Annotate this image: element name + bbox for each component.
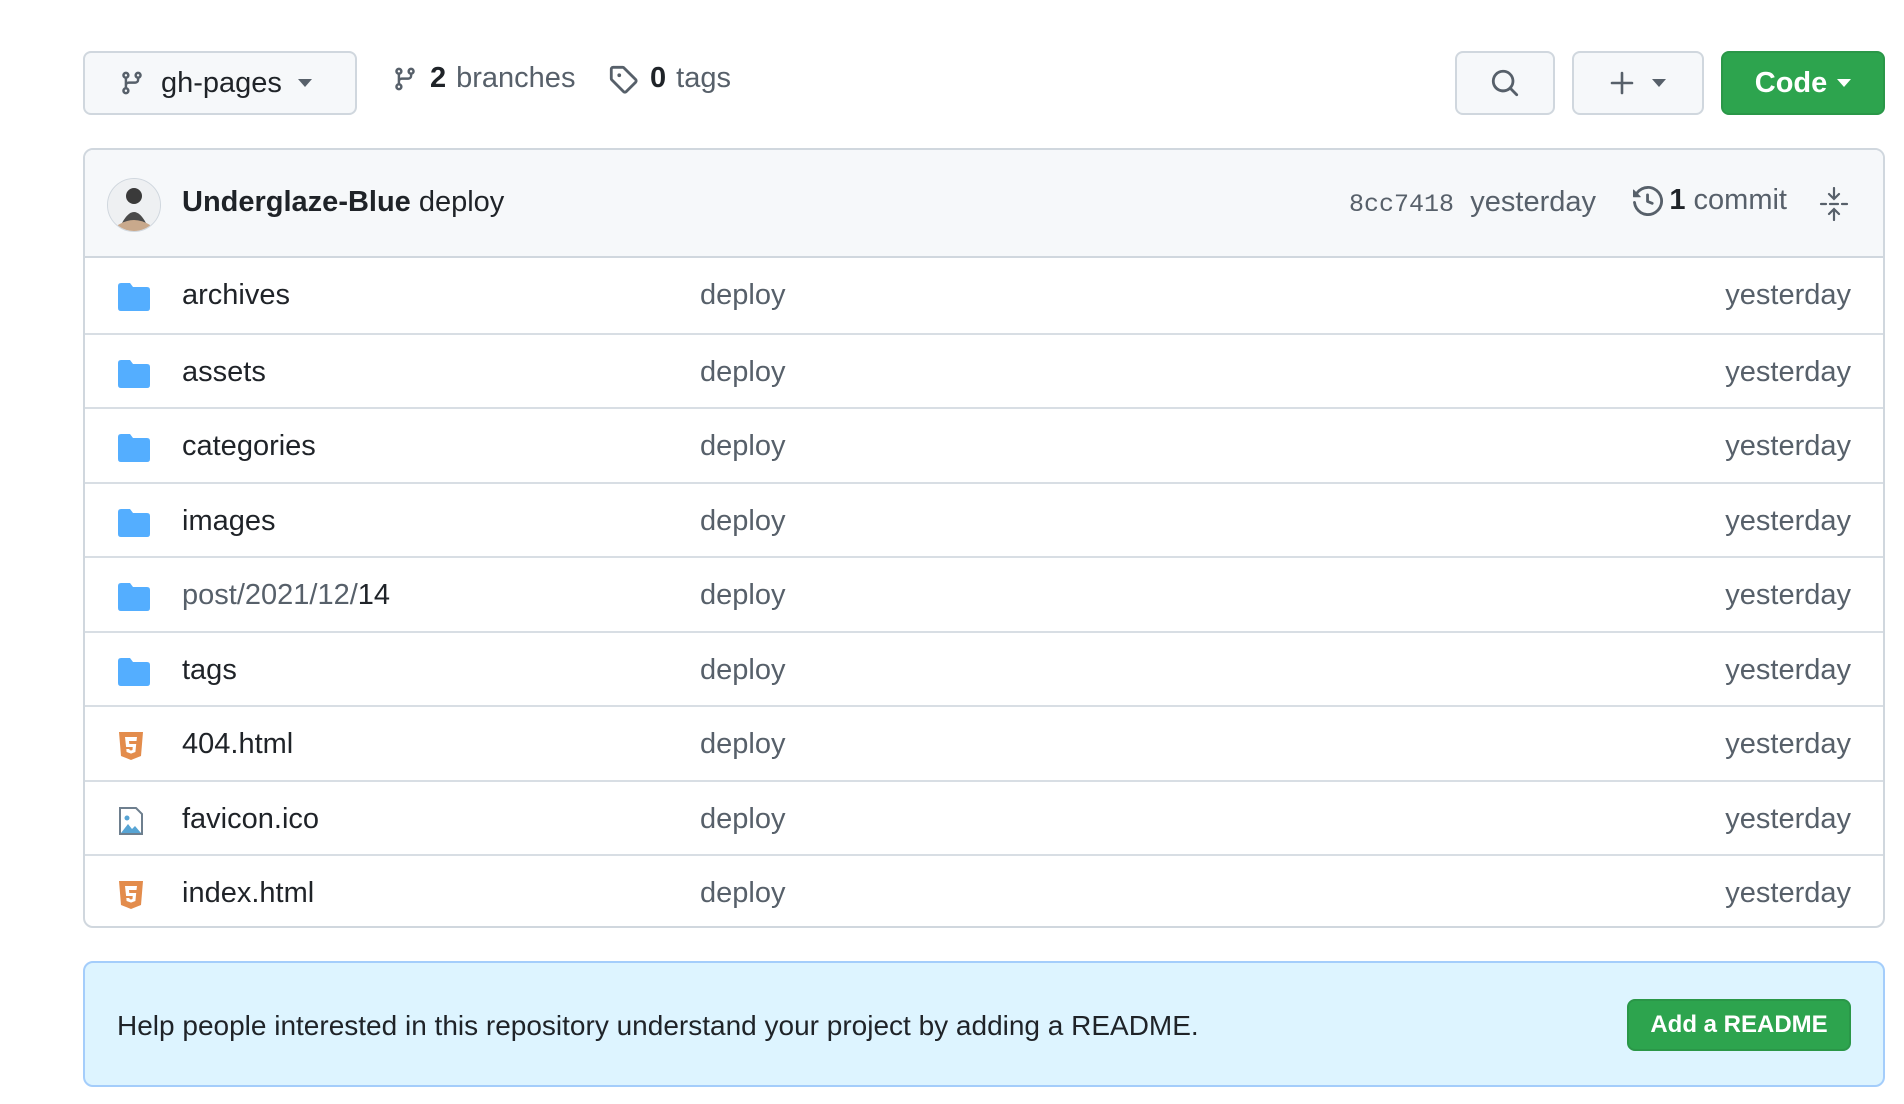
file-row: index.html deploy yesterday <box>85 854 1883 926</box>
file-name-link[interactable]: post/2021/12/14 <box>182 579 390 612</box>
file-name-link[interactable]: categories <box>182 430 316 463</box>
file-commit-date: yesterday <box>1725 355 1851 388</box>
file-row: archives deploy yesterday <box>85 258 1883 333</box>
folder-icon <box>117 657 151 687</box>
file-name-link[interactable]: tags <box>182 654 237 687</box>
file-commit-message[interactable]: deploy <box>700 877 785 910</box>
tags-count: 0 <box>650 62 667 94</box>
file-commit-message[interactable]: deploy <box>700 279 785 312</box>
file-name-link[interactable]: favicon.ico <box>182 803 319 836</box>
file-name-link[interactable]: assets <box>182 356 266 389</box>
file-path-prefix: post/2021/12/ <box>182 579 358 611</box>
file-name: 404.html <box>182 728 294 760</box>
caret-down-icon <box>1837 79 1852 87</box>
file-commit-date: yesterday <box>1725 579 1851 611</box>
add-file-button[interactable] <box>1572 51 1704 115</box>
file-name: tags <box>182 653 237 686</box>
file-commit-date: yesterday <box>1725 877 1851 909</box>
file-commit-date: yesterday <box>1725 504 1851 537</box>
file-name: images <box>182 504 276 537</box>
branches-label: branches <box>456 62 576 94</box>
file-commit-date: yesterday <box>1725 653 1851 686</box>
file-browser: Underglaze-Blue deploy 8cc7418 yesterday … <box>83 148 1885 928</box>
html5-file-icon <box>117 880 145 910</box>
search-icon <box>1490 68 1520 98</box>
html5-file-icon <box>117 731 145 761</box>
file-commit-message[interactable]: deploy <box>700 579 785 612</box>
file-commit-date: yesterday <box>1725 802 1851 835</box>
file-commit-message[interactable]: deploy <box>700 430 785 463</box>
file-commit-message[interactable]: deploy <box>700 654 785 687</box>
file-name: categories <box>182 430 316 462</box>
image-file-icon <box>117 806 145 836</box>
file-name: assets <box>182 355 266 388</box>
folder-icon <box>117 582 151 612</box>
file-name-link[interactable]: images <box>182 505 276 538</box>
file-commit-message[interactable]: deploy <box>700 803 785 836</box>
commit-sha[interactable]: 8cc7418 <box>1349 190 1454 219</box>
file-name-link[interactable]: index.html <box>182 877 314 910</box>
file-name: favicon.ico <box>182 802 320 835</box>
tags-link[interactable]: 0 tags <box>608 62 731 95</box>
file-row: 404.html deploy yesterday <box>85 705 1883 780</box>
file-row: post/2021/12/14 deploy yesterday <box>85 556 1883 631</box>
folder-icon <box>117 508 151 538</box>
file-row: categories deploy yesterday <box>85 407 1883 482</box>
file-name: index.html <box>182 877 315 909</box>
folder-icon <box>117 359 151 389</box>
branch-name: gh-pages <box>161 66 282 99</box>
caret-down-icon <box>297 79 312 87</box>
history-icon <box>1633 185 1664 216</box>
file-row: images deploy yesterday <box>85 481 1883 557</box>
code-button-label: Code <box>1754 66 1828 99</box>
file-commit-date: yesterday <box>1725 728 1851 760</box>
branches-link[interactable]: 2 branches <box>392 62 575 95</box>
branch-select-button[interactable]: gh-pages <box>83 51 357 115</box>
avatar[interactable] <box>107 178 161 232</box>
file-name-link[interactable]: archives <box>182 279 290 312</box>
tags-label: tags <box>676 62 731 94</box>
file-commit-date: yesterday <box>1725 430 1851 462</box>
folder-icon <box>117 433 151 463</box>
commit-message[interactable]: deploy <box>419 186 504 218</box>
file-name: archives <box>182 279 290 311</box>
git-branch-icon <box>392 65 418 93</box>
tag-icon <box>608 64 638 94</box>
git-branch-icon <box>119 69 145 97</box>
fold-icon[interactable] <box>1819 187 1849 221</box>
caret-down-icon <box>1652 79 1666 87</box>
commit-author[interactable]: Underglaze-Blue <box>182 186 411 218</box>
commit-count: 1 <box>1669 184 1686 216</box>
file-commit-message[interactable]: deploy <box>700 356 785 389</box>
file-commit-message[interactable]: deploy <box>700 728 785 761</box>
go-to-file-button[interactable] <box>1455 51 1555 115</box>
file-name: 14 <box>357 579 391 611</box>
file-row: tags deploy yesterday <box>85 630 1883 706</box>
commit-history-link[interactable]: 1 commit <box>1633 184 1787 217</box>
readme-banner-text: Help people interested in this repositor… <box>117 1010 1199 1041</box>
readme-banner: Help people interested in this repositor… <box>83 961 1885 1087</box>
folder-icon <box>117 282 151 312</box>
file-commit-message[interactable]: deploy <box>700 505 785 538</box>
code-button[interactable]: Code <box>1721 51 1885 115</box>
branches-count: 2 <box>430 62 447 94</box>
file-name-link[interactable]: 404.html <box>182 728 293 761</box>
commit-label: commit <box>1693 184 1787 216</box>
latest-commit-bar: Underglaze-Blue deploy 8cc7418 yesterday … <box>85 150 1883 258</box>
commit-time: yesterday <box>1470 186 1596 218</box>
file-row: assets deploy yesterday <box>85 332 1883 408</box>
file-row: favicon.ico deploy yesterday <box>85 779 1883 855</box>
plus-icon <box>1610 71 1634 95</box>
file-commit-date: yesterday <box>1725 279 1851 311</box>
add-readme-button[interactable]: Add a README <box>1627 999 1851 1051</box>
